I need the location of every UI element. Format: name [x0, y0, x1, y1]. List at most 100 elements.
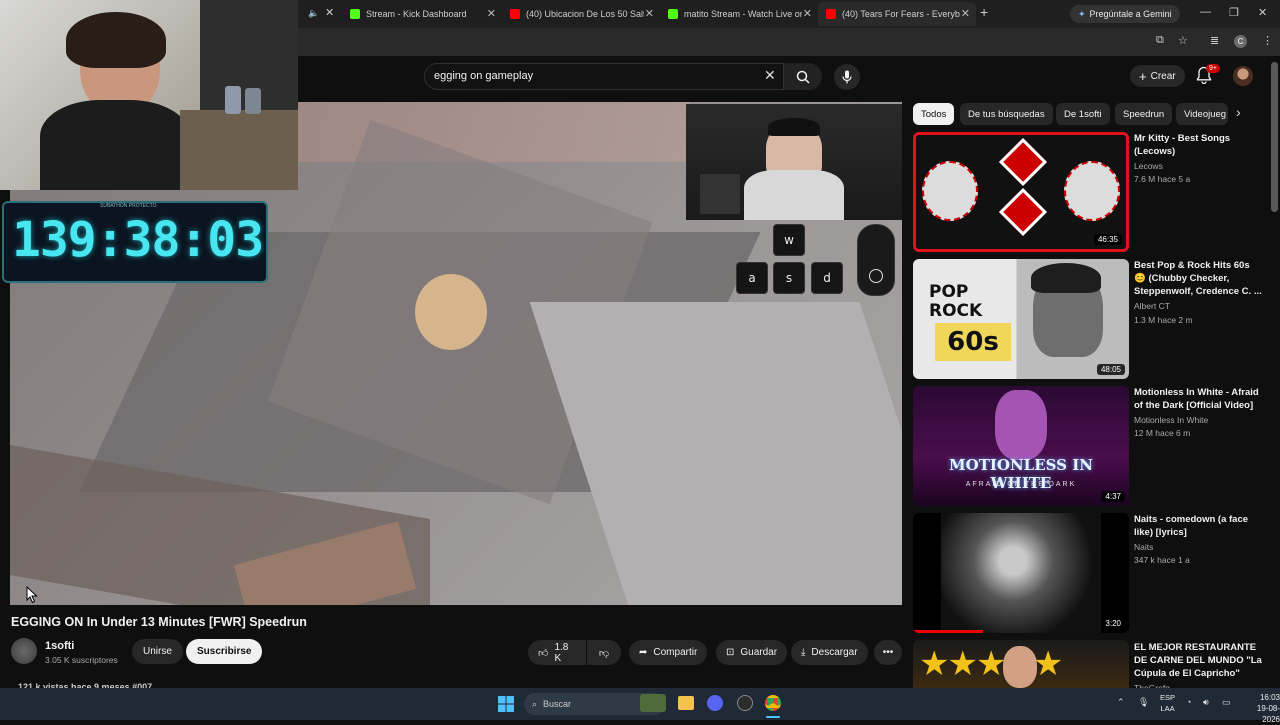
new-tab-button[interactable]: +	[980, 4, 988, 20]
thumbs-up-icon: 👍︎	[538, 647, 549, 659]
system-clock[interactable]: 16:03 19-08-2026	[1242, 692, 1280, 725]
active-app-indicator	[766, 716, 780, 718]
duration-badge: 46:35	[1093, 234, 1122, 245]
gemini-icon: ✦	[1078, 8, 1086, 19]
chip-from-searches[interactable]: De tus búsquedas	[960, 103, 1053, 125]
chip-todos[interactable]: Todos	[913, 103, 955, 125]
key-s: s	[773, 262, 805, 294]
rec-meta-2: 12 M hace 6 m	[1134, 428, 1191, 438]
microphone-icon	[842, 70, 852, 84]
tab-audio-icon[interactable]: 🔈	[308, 8, 319, 19]
rec-channel-0[interactable]: Lecows	[1134, 161, 1163, 171]
language-indicator[interactable]: ESP LAA	[1160, 692, 1175, 714]
download-label: Descargar	[811, 647, 858, 658]
browser-tab-0[interactable]: Stream - Kick Dashboard ✕	[342, 2, 502, 26]
subathon-timer: 139:38:03	[12, 212, 264, 268]
bookmark-star-icon[interactable]: ☆	[1178, 34, 1188, 47]
page-scrollbar[interactable]	[1271, 62, 1278, 212]
clear-search-icon[interactable]: ✕	[764, 67, 776, 84]
close-icon[interactable]: ✕	[803, 7, 812, 20]
restore-icon[interactable]: ❐	[1229, 6, 1239, 19]
browser-tab-3[interactable]: (40) Tears For Fears - Everybody ✕	[818, 2, 976, 26]
save-button[interactable]: ⊡ Guardar	[716, 640, 788, 665]
close-window-icon[interactable]: ✕	[1258, 6, 1267, 19]
tab-close-icon[interactable]: ✕	[325, 6, 334, 19]
like-button[interactable]: 👍︎ 1.8 K	[528, 640, 586, 665]
more-actions-button[interactable]: •••	[874, 640, 902, 665]
rec-thumbnail-0[interactable]: 46:35	[913, 132, 1129, 252]
channel-name[interactable]: 1softi	[45, 640, 74, 652]
create-button[interactable]: + Crear	[1130, 65, 1185, 87]
install-icon[interactable]: ⧉	[1156, 34, 1164, 47]
chip-from-channel[interactable]: De 1softi	[1056, 103, 1110, 125]
volume-icon[interactable]: 🔊︎	[1203, 697, 1209, 708]
timer-caption: SUBATHON PROTECTO	[100, 203, 157, 209]
browser-tab-2[interactable]: matito Stream - Watch Live on ✕	[660, 2, 818, 26]
rec-channel-2[interactable]: Motionless In White	[1134, 415, 1208, 425]
chip-speedrun[interactable]: Speedrun	[1115, 103, 1173, 125]
reading-list-icon[interactable]: ≣	[1210, 34, 1219, 47]
voice-search-button[interactable]	[834, 64, 860, 90]
rec-channel-3[interactable]: Naits	[1134, 542, 1153, 552]
duration-badge: 48:05	[1096, 364, 1125, 375]
stars-icon: ★★★★★	[919, 645, 1063, 683]
profile-avatar[interactable]: C	[1234, 35, 1247, 48]
download-icon: ⤓	[801, 647, 806, 658]
channel-avatar[interactable]	[11, 638, 37, 664]
widget-icon[interactable]	[640, 694, 666, 712]
gemini-button[interactable]: ✦ Pregúntale a Gemini	[1070, 5, 1180, 23]
chip-videogames[interactable]: Videojueg	[1176, 103, 1228, 125]
thumb-pop-text: POP	[929, 282, 969, 302]
subscribe-button[interactable]: Suscribirse	[186, 639, 263, 664]
browser-tab-1[interactable]: (40) Ubicacion De Los 50 Saltos ✕	[502, 2, 660, 26]
obs-icon[interactable]	[737, 695, 753, 711]
streamer-webcam-inset	[686, 104, 902, 220]
dislike-button[interactable]: 👎︎	[587, 640, 621, 665]
thumbs-down-icon: 👎︎	[598, 647, 610, 659]
rec-channel-1[interactable]: Albert CT	[1134, 301, 1170, 311]
rec-thumbnail-2[interactable]: MOTIONLESS IN WHITE AFRAID OF THE DARK 4…	[913, 386, 1129, 506]
account-avatar[interactable]	[1233, 66, 1253, 86]
rec-title-0[interactable]: Mr Kitty - Best Songs (Lecows)	[1134, 132, 1264, 158]
search-button[interactable]	[784, 63, 822, 90]
share-button[interactable]: ➦ Compartir	[629, 640, 708, 665]
kick-icon	[350, 9, 360, 19]
battery-icon[interactable]: ▭	[1222, 697, 1231, 708]
notification-count-badge: 9+	[1206, 64, 1220, 73]
chevron-right-icon[interactable]: ›	[1236, 104, 1241, 120]
rec-meta-1: 1.3 M hace 2 m	[1134, 315, 1193, 325]
kick-icon	[668, 9, 678, 19]
rec-thumbnail-3[interactable]: 3:20	[913, 513, 1129, 633]
download-button[interactable]: ⤓ Descargar	[791, 640, 868, 665]
egg-ball	[415, 274, 487, 350]
close-icon[interactable]: ✕	[645, 7, 654, 20]
close-icon[interactable]: ✕	[487, 7, 496, 20]
rec-title-2[interactable]: Motionless In White - Afraid of the Dark…	[1134, 386, 1264, 412]
file-explorer-icon[interactable]	[678, 696, 694, 710]
streamer-facecam-overlay	[0, 0, 298, 190]
rec-thumbnail-1[interactable]: POP ROCK 60s 48:05	[913, 259, 1129, 379]
rec-meta-0: 7.6 M hace 5 a	[1134, 174, 1191, 184]
create-label: Crear	[1150, 70, 1176, 82]
chevron-up-icon[interactable]: ⌃	[1117, 697, 1125, 708]
rec-thumbnail-4[interactable]: ★★★★★	[913, 640, 1129, 688]
rec-title-1[interactable]: Best Pop & Rock Hits 60s 😊 (Chubby Check…	[1134, 259, 1264, 298]
rec-title-4[interactable]: EL MEJOR RESTAURANTE DE CARNE DEL MUNDO …	[1134, 641, 1264, 680]
join-button[interactable]: Unirse	[132, 639, 183, 664]
chrome-icon[interactable]	[765, 695, 781, 711]
minimize-icon[interactable]: —	[1200, 6, 1211, 18]
kebab-menu-icon[interactable]: ⋮	[1262, 34, 1273, 47]
subscriber-count: 3.05 K suscriptores	[45, 655, 118, 665]
microphone-tray-icon[interactable]: 🎙︎	[1138, 697, 1149, 708]
wifi-icon[interactable]: ◔	[1186, 697, 1191, 707]
close-icon[interactable]: ✕	[961, 7, 970, 20]
share-icon: ➦	[639, 647, 648, 658]
discord-icon[interactable]	[707, 695, 723, 711]
search-query[interactable]: egging on gameplay	[434, 70, 533, 82]
rec-title-3[interactable]: Naits - comedown (a face like) [lyrics]	[1134, 513, 1264, 539]
key-w: w	[773, 224, 805, 256]
duration-badge: 4:37	[1101, 491, 1125, 502]
clock-date: 19-08-2026	[1256, 704, 1280, 724]
key-d: d	[811, 262, 843, 294]
windows-start-icon[interactable]	[498, 696, 514, 712]
